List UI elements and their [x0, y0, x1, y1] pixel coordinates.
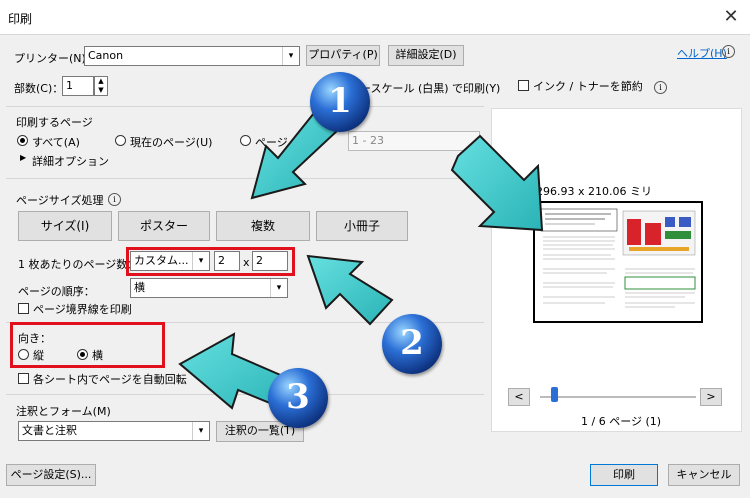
page-border-label: ページ境界線を印刷	[33, 303, 132, 316]
print-button[interactable]: 印刷	[590, 464, 658, 486]
divider	[6, 178, 484, 179]
annotation-badge-2: 2	[382, 314, 442, 374]
title-bar: 印刷 ✕	[0, 0, 750, 35]
annotation-badge-1: 1	[310, 72, 370, 132]
order-value: 横	[134, 281, 145, 294]
dropdown-arrow-icon: ▾	[270, 279, 287, 297]
page-slider-handle[interactable]	[551, 387, 558, 402]
poster-button[interactable]: ポスター	[118, 211, 210, 241]
printer-select[interactable]: Canon ▾	[84, 46, 300, 66]
arrow-annotation-icon	[306, 254, 394, 326]
page-dimensions: 296.93 x 210.06 ミリ	[536, 185, 652, 198]
preview-thumbnail	[540, 208, 696, 308]
close-icon[interactable]: ✕	[718, 4, 744, 30]
advanced-button[interactable]: 詳細設定(D)	[388, 45, 464, 66]
print-dialog: 印刷 ✕ プリンター(N)： Canon ▾ プロパティ(P) 詳細設定(D) …	[0, 0, 750, 498]
pages-current-label: 現在のページ(U)	[130, 136, 213, 149]
pages-range-radio[interactable]	[240, 135, 251, 146]
page-slider-track[interactable]	[540, 396, 696, 398]
pages-current-radio[interactable]	[115, 135, 126, 146]
highlight-box	[10, 322, 165, 368]
more-options-label[interactable]: 詳細オプション	[32, 153, 109, 169]
page-range-input[interactable]: 1 - 23	[348, 131, 480, 151]
pages-range-label: ページ	[255, 136, 288, 149]
highlight-box	[126, 247, 295, 276]
page-indicator: 1 / 6 ページ (1)	[581, 415, 662, 428]
help-link[interactable]: ヘルプ(H)	[677, 45, 727, 61]
dropdown-arrow-icon: ▾	[192, 422, 209, 440]
info-icon: i	[722, 45, 735, 58]
page-border-checkbox[interactable]	[18, 303, 29, 314]
multiple-button[interactable]: 複数	[216, 211, 310, 241]
dropdown-arrow-icon: ▾	[282, 47, 299, 65]
save-ink-checkbox[interactable]	[518, 80, 529, 91]
next-page-button[interactable]: >	[700, 388, 722, 406]
save-ink-label: インク / トナーを節約	[533, 80, 643, 93]
preview-page	[533, 201, 703, 323]
pages-heading: 印刷するページ	[16, 116, 93, 129]
order-select[interactable]: 横 ▾	[130, 278, 288, 298]
comments-heading: 注釈とフォーム(M)	[16, 405, 111, 418]
spinner-icon[interactable]: ▲ ▼	[94, 76, 108, 96]
comments-value: 文書と注釈	[22, 424, 77, 437]
copies-label: 部数(C)：	[14, 82, 64, 95]
expand-triangle-icon[interactable]: ▶	[20, 153, 26, 162]
size-button[interactable]: サイズ(I)	[18, 211, 112, 241]
divider	[6, 106, 484, 107]
pages-all-label: すべて(A)	[32, 136, 80, 149]
sizing-heading: ページサイズ処理	[16, 194, 104, 207]
auto-rotate-label: 各シート内でページを自動回転	[33, 373, 187, 386]
properties-button[interactable]: プロパティ(P)	[306, 45, 380, 66]
info-icon: i	[654, 81, 667, 94]
copies-input[interactable]: 1	[62, 76, 94, 96]
comments-select[interactable]: 文書と注釈 ▾	[18, 421, 210, 441]
annotation-badge-3: 3	[268, 368, 328, 428]
page-setup-button[interactable]: ページ設定(S)...	[6, 464, 96, 486]
auto-rotate-checkbox[interactable]	[18, 373, 29, 384]
prev-page-button[interactable]: <	[508, 388, 530, 406]
window-title: 印刷	[8, 12, 33, 26]
pages-per-sheet-label: 1 枚あたりのページ数：	[18, 258, 139, 271]
cancel-button[interactable]: キャンセル	[668, 464, 740, 486]
divider	[6, 394, 484, 395]
booklet-button[interactable]: 小冊子	[316, 211, 408, 241]
printer-value: Canon	[88, 49, 124, 62]
pages-all-radio[interactable]	[17, 135, 28, 146]
order-label: ページの順序：	[18, 285, 95, 298]
info-icon: i	[108, 193, 121, 206]
